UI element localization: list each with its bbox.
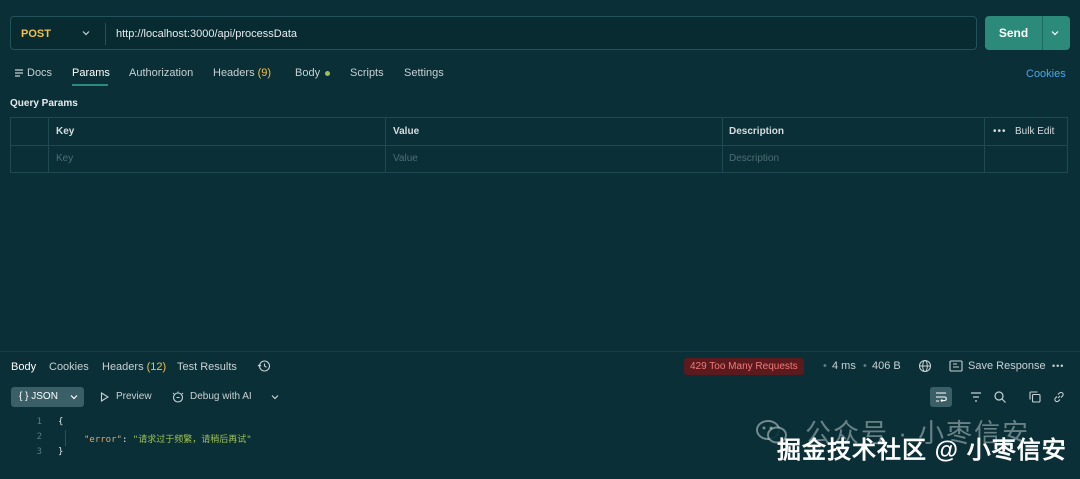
wrap-lines-button[interactable] [930,387,952,407]
tab-settings[interactable]: Settings [404,66,444,80]
divider [1042,16,1043,50]
link-icon[interactable] [1052,390,1066,404]
line-number: 2 [36,432,42,442]
divider [0,351,1080,352]
history-icon[interactable] [257,359,271,373]
params-table: Key Value Description ••• Bulk Edit Key … [10,117,1068,173]
tab-headers-label: Headers [213,67,255,79]
response-tab-body[interactable]: Body [11,360,36,374]
send-button[interactable]: Send [985,16,1042,50]
format-value: JSON [31,391,58,402]
chevron-down-icon [70,395,78,400]
more-icon[interactable]: ••• [1052,361,1064,371]
divider [722,118,723,172]
play-icon [100,392,109,402]
column-header-key: Key [56,126,75,137]
format-select[interactable]: { } JSON [11,387,84,407]
bullet: • [823,360,827,372]
ai-debug-icon [172,391,184,403]
headers-count: (9) [257,67,272,79]
column-header-value: Value [393,126,420,137]
copy-icon[interactable] [1028,390,1042,404]
save-response-button[interactable]: Save Response [968,360,1046,372]
globe-icon[interactable] [918,359,932,373]
response-tab-cookies[interactable]: Cookies [49,360,89,374]
line-number: 3 [36,447,42,457]
divider [385,118,386,172]
code-line[interactable]: { [58,417,63,427]
docs-icon [15,69,23,77]
search-icon[interactable] [993,390,1007,404]
json-value: "请求过于频繁，请稍后再试" [132,435,252,445]
response-tab-headers-label: Headers [102,361,144,373]
json-colon: : [121,435,133,445]
response-time[interactable]: 4 ms [832,360,856,372]
description-input[interactable]: Description [729,146,779,172]
wrap-lines-icon [936,392,947,403]
tab-scripts[interactable]: Scripts [350,66,384,80]
active-tab-indicator [72,84,108,86]
response-tab-headers[interactable]: Headers (12) [102,360,166,374]
value-input[interactable]: Value [393,146,418,172]
tab-docs[interactable]: Docs [27,66,52,80]
cookies-link[interactable]: Cookies [1026,68,1066,80]
filter-icon[interactable] [969,390,983,404]
response-size[interactable]: 406 B [872,360,901,372]
tab-authorization[interactable]: Authorization [129,66,193,80]
bulk-edit-button[interactable]: Bulk Edit [1015,118,1054,145]
response-headers-count: (12) [146,361,167,373]
braces-icon: { } [19,391,29,402]
indent-guide [65,430,66,446]
debug-with-ai-button[interactable]: Debug with AI [190,387,252,407]
url-input[interactable]: http://localhost:3000/api/processData [116,17,297,51]
bullet: • [863,360,867,372]
chevron-down-icon[interactable] [1050,28,1060,38]
send-button-group[interactable]: Send [985,16,1070,50]
method-select[interactable]: POST [21,17,51,51]
tab-headers[interactable]: Headers (9) [213,66,271,80]
modified-dot-icon [325,70,331,76]
chevron-down-icon[interactable] [81,28,91,38]
section-title: Query Params [10,98,78,109]
divider [984,118,985,172]
watermark-line-2: 掘金技术社区 @ 小枣信安 [777,437,1067,464]
save-icon [949,360,963,372]
status-badge[interactable]: 429 Too Many Requests [684,358,804,375]
json-key: "error" [84,435,122,445]
divider [105,23,106,45]
url-bar[interactable]: POST http://localhost:3000/api/processDa… [10,16,977,50]
divider [11,145,1067,146]
more-icon[interactable]: ••• [993,118,1007,145]
line-number: 1 [36,417,42,427]
response-tab-test-results[interactable]: Test Results [177,360,237,374]
tab-body-label: Body [295,67,321,79]
preview-button[interactable]: Preview [116,387,152,407]
code-line[interactable]: } [58,447,63,457]
key-input[interactable]: Key [56,146,73,172]
column-header-description: Description [729,126,785,137]
tab-body[interactable]: Body [295,66,331,80]
format-label: { } JSON [19,387,58,407]
tab-params[interactable]: Params [72,66,110,80]
code-line[interactable]: "error": "请求过于频繁，请稍后再试" [84,432,252,445]
chevron-down-icon[interactable] [270,392,280,402]
divider [48,118,49,172]
